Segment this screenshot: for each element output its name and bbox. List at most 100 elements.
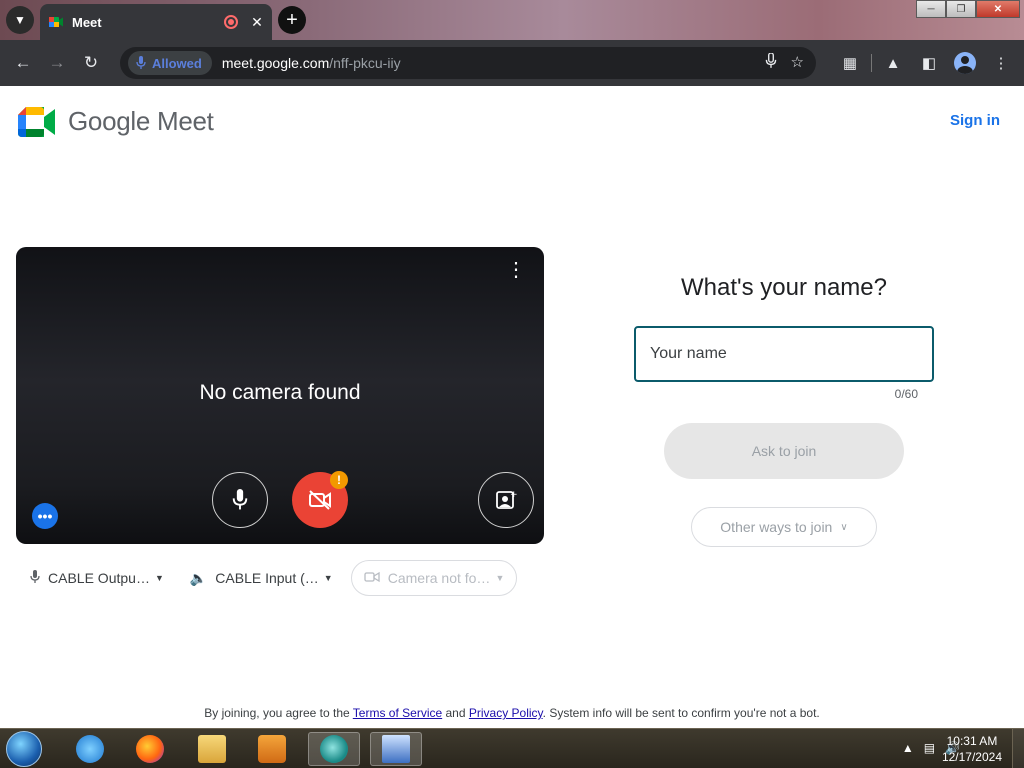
chevron-down-icon: ▼ xyxy=(14,13,26,27)
video-preview: ⋮ No camera found ! + ••• xyxy=(16,247,544,544)
camera-icon xyxy=(364,570,380,586)
browser-toolbar: ← → ↻ Allowed meet.google.com/nff-pkcu-i… xyxy=(0,40,1024,86)
speaker-select[interactable]: 🔈 CABLE Input (… ▼ xyxy=(182,560,341,596)
taskbar-clock[interactable]: 10:31 AM 12/17/2024 xyxy=(942,733,1002,765)
reload-icon: ↻ xyxy=(83,53,99,72)
microphone-select[interactable]: CABLE Outpu… ▼ xyxy=(22,560,172,596)
chevron-down-icon: ∨ xyxy=(840,521,848,533)
labs-button[interactable]: ▲ xyxy=(878,47,908,79)
puzzle-icon: ▦ xyxy=(842,55,858,72)
terms-of-service-link[interactable]: Terms of Service xyxy=(353,706,442,720)
browser-titlebar: ▼ Meet ✕ + ─ ❐ ✕ xyxy=(0,0,1024,40)
join-title: What's your name? xyxy=(680,274,887,301)
flask-icon: ▲ xyxy=(885,54,901,72)
permission-label: Allowed xyxy=(152,55,202,71)
camera-select-label: Camera not fo… xyxy=(387,570,491,586)
name-input[interactable] xyxy=(634,326,934,382)
microphone-toggle-button[interactable] xyxy=(212,472,268,528)
network-icon[interactable]: ▤ xyxy=(924,741,935,755)
sign-in-link[interactable]: Sign in xyxy=(950,112,1000,129)
tab-close-icon[interactable]: ✕ xyxy=(250,14,264,31)
caret-down-icon: ▼ xyxy=(323,573,333,583)
forward-button[interactable]: → xyxy=(40,46,74,80)
media-player-icon xyxy=(258,735,286,763)
toolbar-separator xyxy=(871,54,872,72)
windows-taskbar: ▲ ▤ 🔊 10:31 AM 12/17/2024 xyxy=(0,728,1024,768)
visual-effects-icon: + xyxy=(496,490,517,509)
tab-search-button[interactable]: ▼ xyxy=(6,6,34,34)
other-ways-label: Other ways to join xyxy=(720,519,833,535)
footer-and: and xyxy=(442,706,469,720)
microphone-select-label: CABLE Outpu… xyxy=(48,570,150,586)
ask-to-join-button[interactable]: Ask to join xyxy=(664,423,904,479)
caret-down-icon: ▼ xyxy=(154,573,164,583)
speaker-icon: 🔈 xyxy=(189,569,208,586)
site-microphone-icon[interactable] xyxy=(765,53,777,69)
speaker-select-label: CABLE Input (… xyxy=(215,570,319,586)
more-actions-button[interactable]: ••• xyxy=(32,503,58,529)
microphone-icon xyxy=(30,569,40,587)
camera-off-icon xyxy=(309,490,331,510)
microphone-icon xyxy=(232,489,248,510)
logo-text: Google Meet xyxy=(68,106,214,136)
url-domain: meet.google.com xyxy=(221,55,330,71)
google-meet-logo[interactable]: Google Meet xyxy=(18,106,214,137)
side-panel-icon: ◧ xyxy=(921,55,937,72)
footer-suffix: . System info will be sent to confirm yo… xyxy=(542,706,820,720)
meet-favicon-icon xyxy=(49,17,63,27)
bookmark-star-icon[interactable]: ☆ xyxy=(791,53,804,71)
footer-prefix: By joining, you agree to the xyxy=(204,706,353,720)
taskbar-firefox[interactable] xyxy=(124,732,176,766)
taskbar-internet-explorer[interactable] xyxy=(64,732,116,766)
restore-button[interactable]: ❐ xyxy=(946,0,976,18)
show-desktop-button[interactable] xyxy=(1012,729,1024,768)
browser-menu-button[interactable]: ⋮ xyxy=(986,47,1016,79)
clock-date: 12/17/2024 xyxy=(941,750,1002,764)
camera-select[interactable]: Camera not fo… ▼ xyxy=(350,560,518,596)
remote-desktop-icon xyxy=(382,735,410,763)
back-button[interactable]: ← xyxy=(6,46,40,80)
extensions-button[interactable]: ▦ xyxy=(835,47,865,79)
reload-button[interactable]: ↻ xyxy=(74,46,108,80)
tab-meet[interactable]: Meet ✕ xyxy=(40,4,272,40)
new-tab-button[interactable]: + xyxy=(278,6,306,34)
svg-text:+: + xyxy=(510,490,517,500)
meet-page: Google Meet Sign in ⋮ No camera found ! xyxy=(0,86,1024,728)
device-selectors: CABLE Outpu… ▼ 🔈 CABLE Input (… ▼ Camera… xyxy=(22,560,527,596)
firefox-icon xyxy=(136,735,164,763)
arrow-left-icon: ← xyxy=(14,53,32,72)
url-path: /nff-pkcu-iiy xyxy=(329,55,401,71)
tab-title: Meet xyxy=(72,14,102,30)
taskbar-remote-app[interactable] xyxy=(370,732,422,766)
camera-warning-badge: ! xyxy=(330,471,348,489)
caret-down-icon: ▼ xyxy=(495,573,505,583)
kebab-menu-icon: ⋮ xyxy=(993,55,1009,72)
meet-logo-icon xyxy=(18,106,55,137)
chrome-app-icon xyxy=(320,735,348,763)
address-bar[interactable]: Allowed meet.google.com/nff-pkcu-iiy ☆ xyxy=(120,47,816,79)
window-close-button[interactable]: ✕ xyxy=(976,0,1020,18)
other-ways-to-join-button[interactable]: Other ways to join ∨ xyxy=(691,507,877,547)
name-character-counter: 0/60 xyxy=(894,387,918,401)
recording-indicator-icon xyxy=(224,15,238,29)
taskbar-media-player[interactable] xyxy=(246,732,298,766)
arrow-right-icon: → xyxy=(48,53,66,72)
microphone-icon xyxy=(136,56,146,69)
taskbar-file-explorer[interactable] xyxy=(186,732,238,766)
permission-chip[interactable]: Allowed xyxy=(128,51,212,75)
profile-avatar-icon xyxy=(954,52,976,74)
visual-effects-button[interactable]: + xyxy=(478,472,534,528)
no-camera-message: No camera found xyxy=(199,381,361,404)
profile-button[interactable] xyxy=(950,47,980,79)
tray-expand-icon[interactable]: ▲ xyxy=(902,741,914,755)
taskbar-chrome-app[interactable] xyxy=(308,732,360,766)
clock-time: 10:31 AM xyxy=(946,734,998,748)
side-panel-button[interactable]: ◧ xyxy=(914,47,944,79)
preview-more-options-icon[interactable]: ⋮ xyxy=(506,260,526,280)
terms-footer: By joining, you agree to the Terms of Se… xyxy=(0,706,1024,720)
privacy-policy-link[interactable]: Privacy Policy xyxy=(469,706,543,720)
url-text: meet.google.com/nff-pkcu-iiy xyxy=(222,55,401,71)
start-button-icon[interactable] xyxy=(6,731,42,767)
minimize-button[interactable]: ─ xyxy=(916,0,946,18)
folder-icon xyxy=(198,735,226,763)
